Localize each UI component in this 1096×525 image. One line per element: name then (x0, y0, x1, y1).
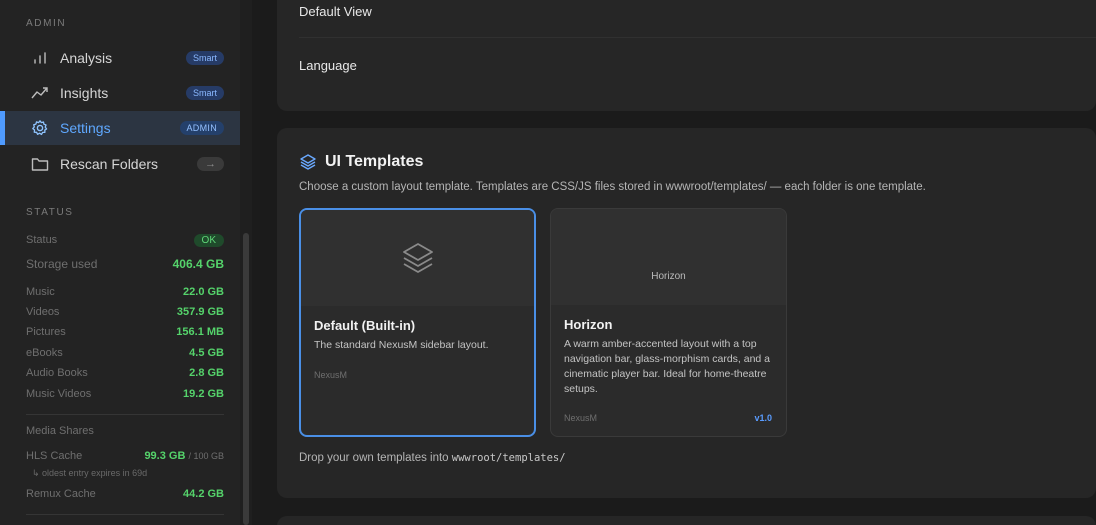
template-thumbnail: Horizon (551, 209, 786, 305)
active-indicator (0, 111, 5, 145)
breakdown-value: 357.9 GB (176, 306, 224, 318)
storage-breakdown-row: Audio Books 2.8 GB (26, 367, 224, 379)
template-name: Default (Built-in) (314, 318, 416, 333)
admin-section-title: ADMIN (26, 18, 67, 29)
ui-templates-card: UI Templates Choose a custom layout temp… (277, 128, 1096, 498)
templates-path: wwwroot/templates/ (451, 452, 566, 464)
sidebar-item-settings[interactable]: Settings ADMIN (0, 111, 240, 145)
sidebar-item-label: Rescan Folders (60, 156, 159, 172)
sidebar-item-insights[interactable]: Insights Smart (0, 76, 240, 110)
breakdown-label: Pictures (26, 326, 66, 338)
sidebar-item-rescan-folders[interactable]: Rescan Folders → (0, 147, 240, 181)
sidebar-item-label: Analysis (60, 50, 113, 66)
template-author: NexusM (564, 413, 598, 423)
remux-cache-label: Remux Cache (26, 488, 96, 500)
template-description: The standard NexusM sidebar layout. (314, 339, 489, 351)
storage-breakdown-row: Music Videos 19.2 GB (26, 388, 224, 400)
next-settings-card (277, 516, 1096, 525)
main-content: Default View Language UI Templates Choos… (252, 0, 1096, 525)
hls-cache-value: 99.3 GB (144, 450, 186, 462)
sidebar-item-label: Insights (60, 85, 109, 101)
breakdown-label: Music Videos (26, 388, 92, 400)
media-shares-label: Media Shares (26, 425, 94, 437)
storage-breakdown-row: Pictures 156.1 MB (26, 326, 224, 338)
status-label: Status (26, 234, 58, 246)
remux-cache-row: Remux Cache 44.2 GB (26, 488, 224, 500)
bar-chart-icon (30, 48, 50, 68)
breakdown-label: eBooks (26, 347, 63, 359)
drop-templates-note: Drop your own templates into wwwroot/tem… (299, 452, 566, 464)
template-card-horizon[interactable]: Horizon Horizon A warm amber-accented la… (550, 208, 787, 437)
template-description: A warm amber-accented layout with a top … (564, 338, 771, 395)
breakdown-value: 19.2 GB (183, 388, 224, 400)
storage-breakdown-row: Videos 357.9 GB (26, 306, 224, 318)
hls-cache-note: ↳ oldest entry expires in 69d (32, 468, 148, 478)
layers-icon (400, 240, 436, 276)
divider (299, 37, 1096, 38)
ui-templates-title-text: UI Templates (325, 153, 424, 170)
language-label: Language (299, 58, 357, 73)
storage-used-row: Storage used 406.4 GB (26, 257, 224, 271)
breakdown-label: Videos (26, 306, 60, 318)
template-version: v1.0 (754, 413, 772, 423)
gear-icon (30, 118, 50, 138)
breakdown-label: Music (26, 286, 55, 298)
template-name: Horizon (564, 317, 613, 332)
template-thumbnail (301, 210, 534, 306)
folder-icon (30, 154, 50, 174)
smart-badge: Smart (185, 86, 224, 100)
admin-badge: ADMIN (179, 121, 224, 135)
storage-breakdown-row: Music 22.0 GB (26, 286, 224, 298)
template-thumbnail-label: Horizon (651, 270, 686, 282)
breakdown-label: Audio Books (26, 367, 88, 379)
default-view-label: Default View (299, 4, 372, 19)
breakdown-value: 22.0 GB (183, 286, 224, 298)
ui-templates-description: Choose a custom layout template. Templat… (299, 181, 926, 193)
layers-icon (299, 153, 317, 171)
status-row: Status OK (26, 234, 224, 247)
hls-cache-limit: / 100 GB (188, 451, 224, 461)
breakdown-value: 4.5 GB (189, 347, 224, 359)
sidebar-item-analysis[interactable]: Analysis Smart (0, 41, 240, 75)
storage-used-value: 406.4 GB (172, 257, 224, 271)
breakdown-value: 2.8 GB (189, 367, 224, 379)
status-badge: OK (193, 234, 224, 247)
breakdown-value: 156.1 MB (176, 326, 224, 338)
storage-used-label: Storage used (26, 257, 98, 271)
divider (26, 514, 224, 515)
app-window: ADMIN Analysis Smart Insights Smart Sett… (0, 0, 1096, 525)
drop-note-text: Drop your own templates into (299, 452, 449, 464)
storage-breakdown-row: eBooks 4.5 GB (26, 347, 224, 359)
sidebar-scrollbar[interactable] (243, 233, 249, 525)
media-shares-row: Media Shares (26, 425, 224, 437)
hls-cache-label: HLS Cache (26, 450, 83, 462)
arrow-badge: → (197, 157, 224, 171)
template-author: NexusM (314, 370, 348, 380)
hls-cache-row: HLS Cache 99.3 GB / 100 GB (26, 450, 224, 462)
remux-cache-value: 44.2 GB (183, 488, 224, 500)
divider (26, 414, 224, 415)
trend-icon (30, 83, 50, 103)
ui-templates-title: UI Templates (299, 153, 423, 171)
sidebar-item-label: Settings (60, 120, 111, 136)
smart-badge: Smart (185, 51, 224, 65)
general-settings-card: Default View Language (277, 0, 1096, 111)
sidebar: ADMIN Analysis Smart Insights Smart Sett… (0, 0, 240, 525)
template-card-default[interactable]: Default (Built-in) The standard NexusM s… (299, 208, 536, 437)
status-section-title: STATUS (26, 207, 74, 218)
